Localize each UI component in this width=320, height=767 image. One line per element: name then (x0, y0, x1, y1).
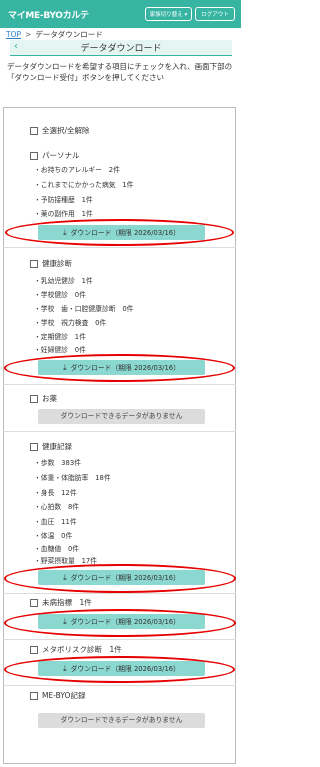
personal-download-button[interactable]: ⤓ ダウンロード（期限 2026/03/16） (38, 225, 205, 240)
download-icon: ⤓ (63, 228, 67, 237)
download-button-label: ダウンロード（期限 2026/03/16） (70, 364, 180, 372)
health-item-height: ・身長 12件 (34, 489, 77, 497)
download-icon: ⤓ (63, 363, 67, 372)
medicine-no-data-button: ダウンロードできるデータがありません (38, 409, 205, 424)
medicine-section-title: お薬 (42, 394, 57, 403)
metabo-risk-section-title: メタボリスク診断 1件 (42, 645, 122, 654)
page-title: データダウンロード (80, 44, 162, 54)
metabo-risk-download-button[interactable]: ⤓ ダウンロード（期限 2026/03/16） (38, 661, 205, 676)
checkup-checkbox[interactable] (30, 260, 38, 268)
checkup-item-vision: ・学校 視力検査 0件 (34, 319, 107, 327)
breadcrumb-current: データダウンロード (35, 30, 103, 39)
family-switch-button[interactable]: 家族切り替え ▾ (145, 7, 192, 21)
health-item-heart-rate: ・心拍数 8件 (34, 503, 80, 511)
checkup-item-regular: ・定期健診 1件 (34, 333, 86, 341)
checkup-item-school: ・学校健診 0件 (34, 291, 86, 299)
download-icon: ⤓ (63, 617, 67, 626)
page-title-bar: ‹ データダウンロード (10, 40, 232, 56)
download-button-label: ダウンロード（期限 2026/03/16） (70, 574, 180, 582)
health-record-download-button[interactable]: ⤓ ダウンロード（期限 2026/03/16） (38, 570, 205, 585)
personal-checkbox[interactable] (30, 152, 38, 160)
app-header: マイME-BYOカルテ 家族切り替え ▾ ログアウト (0, 0, 241, 28)
health-item-weight: ・体重・体脂肪率 18件 (34, 474, 111, 482)
personal-item-allergy: ・お持ちのアレルギー 2件 (34, 166, 120, 174)
mebyo-record-checkbox[interactable] (30, 692, 38, 700)
health-item-vegetables: ・野菜摂取量 17件 (34, 557, 98, 565)
metabo-risk-checkbox[interactable] (30, 646, 38, 654)
mebyo-record-section-title: ME-BYO記録 (42, 691, 86, 700)
medicine-checkbox[interactable] (30, 395, 38, 403)
health-item-blood-sugar: ・血糖値 0件 (34, 545, 80, 553)
checkup-item-infant: ・乳幼児健診 1件 (34, 277, 93, 285)
section-divider (3, 639, 236, 640)
section-divider (3, 384, 236, 385)
checkup-section-title: 健康診断 (42, 259, 72, 268)
mebyo-record-no-data-button: ダウンロードできるデータがありません (38, 713, 205, 728)
download-icon: ⤓ (63, 573, 67, 582)
health-record-section-title: 健康記録 (42, 442, 72, 451)
checkup-item-pregnancy: ・妊婦健診 0件 (34, 346, 86, 354)
section-divider (3, 593, 236, 594)
breadcrumb-top-link[interactable]: TOP (6, 30, 21, 39)
personal-item-illness: ・これまでにかかった病気 1件 (34, 181, 134, 189)
mibyo-index-download-button[interactable]: ⤓ ダウンロード（期限 2026/03/16） (38, 614, 205, 629)
breadcrumb-separator: > (25, 30, 32, 39)
mibyo-index-checkbox[interactable] (30, 599, 38, 607)
health-item-steps: ・歩数 383件 (34, 459, 81, 467)
breadcrumb: TOP > データダウンロード (6, 29, 103, 40)
section-divider (3, 247, 236, 248)
instruction-text: データダウンロードを希望する項目にチェックを入れ、画面下部の「ダウンロード受付」… (7, 62, 233, 82)
select-all-checkbox[interactable] (30, 127, 38, 135)
checkup-download-button[interactable]: ⤓ ダウンロード（期限 2026/03/16） (38, 360, 205, 375)
section-divider (3, 431, 236, 432)
personal-section-title: パーソナル (42, 151, 80, 160)
health-item-temperature: ・体温 0件 (34, 532, 73, 540)
section-divider (3, 685, 236, 686)
download-button-label: ダウンロード（期限 2026/03/16） (70, 665, 180, 673)
download-button-label: ダウンロード（期限 2026/03/16） (70, 229, 180, 237)
health-record-checkbox[interactable] (30, 443, 38, 451)
download-button-label: ダウンロード（期限 2026/03/16） (70, 618, 180, 626)
app-logo: マイME-BYOカルテ (8, 11, 89, 21)
download-icon: ⤓ (63, 664, 67, 673)
personal-item-vaccination: ・予防接種歴 1件 (34, 196, 93, 204)
data-download-page: マイME-BYOカルテ 家族切り替え ▾ ログアウト TOP > データダウンロード… (0, 0, 241, 767)
checkup-item-dental: ・学校 歯・口腔健康診断 0件 (34, 305, 134, 313)
mibyo-index-section-title: 未病指標 1件 (42, 598, 92, 607)
logout-button[interactable]: ログアウト (195, 7, 235, 21)
personal-item-side-effect: ・薬の副作用 1件 (34, 210, 93, 218)
health-item-blood-pressure: ・血圧 11件 (34, 518, 77, 526)
select-all-label: 全選択/全解除 (42, 126, 90, 135)
